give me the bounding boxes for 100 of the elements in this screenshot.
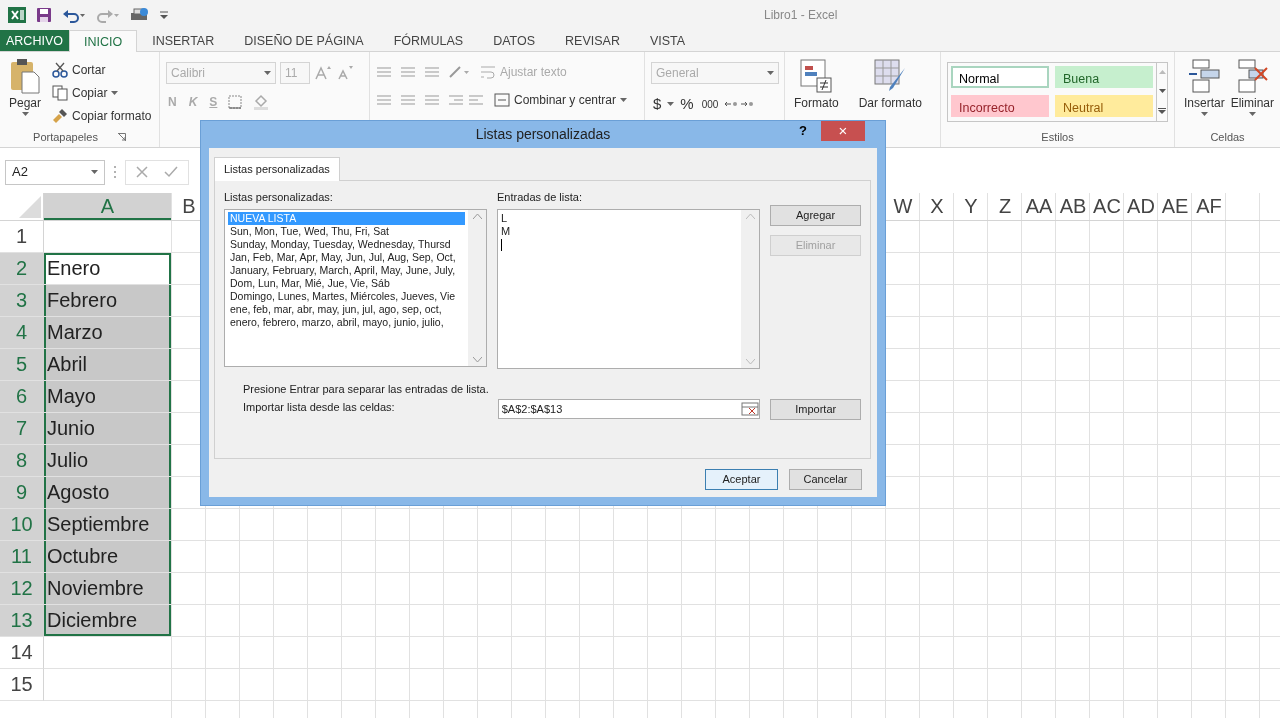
table-cell[interactable]: Abril	[44, 349, 171, 380]
row-header[interactable]: 12	[0, 573, 44, 605]
table-cell[interactable]: Mayo	[44, 381, 171, 412]
ribbon-tab[interactable]: REVISAR	[550, 30, 635, 51]
table-cell[interactable]: Enero	[44, 253, 171, 284]
column-header[interactable]: X	[920, 193, 954, 220]
column-header[interactable]: AA	[1022, 193, 1056, 220]
more-icon[interactable]	[1158, 107, 1166, 114]
row-header[interactable]: 6	[0, 381, 44, 413]
clipboard-icon	[10, 58, 40, 94]
delete-cells-button[interactable]: Eliminar	[1227, 56, 1278, 127]
printer-icon[interactable]	[130, 7, 150, 23]
table-cell[interactable]: Diciembre	[44, 605, 171, 636]
ribbon-tab[interactable]: INSERTAR	[137, 30, 230, 51]
row-header[interactable]: 9	[0, 477, 44, 509]
hint-text: Presione Entrar para separar las entradas de lista.	[243, 382, 490, 397]
list-item[interactable]: enero, febrero, marzo, abril, mayo, junio, julio,	[228, 316, 465, 329]
list-item[interactable]: ene, feb, mar, abr, may, jun, jul, ago, sep, oct,	[228, 303, 465, 316]
save-icon[interactable]	[36, 7, 52, 23]
scroll-up-icon[interactable]	[472, 214, 482, 219]
redo-icon[interactable]	[96, 7, 120, 23]
help-button[interactable]: ?	[793, 121, 813, 141]
row-header[interactable]: 2	[0, 253, 44, 285]
row-header[interactable]: 5	[0, 349, 44, 381]
ribbon-tab[interactable]: INICIO	[68, 30, 138, 52]
column-header[interactable]: A	[44, 193, 172, 220]
row-header[interactable]: 15	[0, 669, 44, 701]
custom-lists-listbox[interactable]	[224, 209, 487, 367]
undo-icon[interactable]	[62, 7, 86, 23]
row-header[interactable]: 4	[0, 317, 44, 349]
table-cell[interactable]: Marzo	[44, 317, 171, 348]
ribbon-tab[interactable]: ARCHIVO	[0, 30, 69, 51]
group-label: Portapapeles	[33, 129, 98, 145]
column-header[interactable]: W	[886, 193, 920, 220]
scroll-up-icon[interactable]	[745, 214, 755, 219]
ribbon-tab[interactable]: FÓRMULAS	[378, 30, 479, 51]
cell-style-item[interactable]: Incorrecto	[951, 95, 1049, 117]
name-box[interactable]: A2	[5, 159, 105, 185]
merge-center-button[interactable]: Combinar y centrar	[492, 90, 630, 110]
align-right-icon	[424, 93, 440, 107]
column-header[interactable]: AC	[1090, 193, 1124, 220]
table-cell[interactable]: Septiembre	[44, 509, 171, 540]
ok-button[interactable]: Aceptar	[705, 468, 778, 490]
check-icon[interactable]	[164, 166, 178, 178]
cell-style-item[interactable]: Buena	[1055, 66, 1153, 88]
list-item[interactable]: Sun, Mon, Tue, Wed, Thu, Fri, Sat	[228, 225, 465, 238]
list-item[interactable]: Domingo, Lunes, Martes, Miércoles, Jueves, Vie	[228, 290, 465, 303]
scroll-up-icon[interactable]	[1158, 70, 1166, 75]
shrink-font-icon	[336, 65, 354, 81]
import-range-field[interactable]: $A$2:$A$13	[497, 399, 761, 419]
cell-style-item[interactable]: Neutral	[1055, 95, 1153, 117]
table-cell[interactable]: Agosto	[44, 477, 171, 508]
table-cell[interactable]: Julio	[44, 445, 171, 476]
dialog-launcher-icon[interactable]	[117, 133, 126, 141]
close-button[interactable]: ×	[821, 121, 865, 141]
column-header[interactable]: Z	[988, 193, 1022, 220]
list-item[interactable]: Sunday, Monday, Tuesday, Wednesday, Thursd	[228, 238, 465, 251]
row-header[interactable]: 3	[0, 285, 44, 317]
insert-cells-button[interactable]: Insertar	[1181, 56, 1228, 127]
ribbon-tab[interactable]: DISEÑO DE PÁGINA	[229, 30, 379, 51]
column-header[interactable]: AF	[1192, 193, 1226, 220]
caret-icon	[1200, 112, 1208, 116]
add-button[interactable]: Agregar	[770, 204, 861, 226]
dialog-tab[interactable]: Listas personalizadas	[214, 157, 340, 181]
row-header[interactable]: 13	[0, 605, 44, 637]
row-header[interactable]: 1	[0, 221, 44, 253]
ribbon-tab[interactable]: VISTA	[634, 30, 701, 51]
copy-button[interactable]: Copiar	[50, 83, 154, 103]
cancel-icon[interactable]	[136, 166, 148, 178]
paste-button[interactable]: Pegar	[6, 56, 45, 127]
field-label: Importar lista desde las celdas:	[243, 399, 396, 415]
table-cell[interactable]: Febrero	[44, 285, 171, 316]
customize-caret-icon[interactable]	[160, 11, 168, 19]
column-header[interactable]: AD	[1124, 193, 1158, 220]
column-header[interactable]: Y	[954, 193, 988, 220]
row-header[interactable]: 11	[0, 541, 44, 573]
cut-button[interactable]: Cortar	[50, 60, 154, 80]
row-header[interactable]: 7	[0, 413, 44, 445]
collapse-dialog-icon[interactable]	[741, 402, 760, 416]
table-cell[interactable]: Junio	[44, 413, 171, 444]
cell-style-item[interactable]: Normal	[951, 66, 1049, 88]
cancel-button[interactable]: Cancelar	[789, 468, 862, 490]
row-header[interactable]: 14	[0, 637, 44, 669]
scroll-down-icon[interactable]	[1158, 89, 1166, 93]
select-all-button[interactable]	[0, 193, 44, 220]
column-header[interactable]: AE	[1158, 193, 1192, 220]
import-button[interactable]: Importar	[770, 398, 861, 420]
row-header[interactable]: 8	[0, 445, 44, 477]
table-cell[interactable]: Noviembre	[44, 573, 171, 604]
format-painter-button[interactable]: Copiar formato	[50, 106, 154, 126]
list-item[interactable]: January, February, March, April, May, June, July,	[228, 264, 465, 277]
list-item[interactable]: Dom, Lun, Mar, Mié, Jue, Vie, Sáb	[228, 277, 465, 290]
orientation-icon[interactable]	[448, 65, 470, 79]
list-entries-field[interactable]: L M	[497, 209, 760, 369]
list-item[interactable]: Jan, Feb, Mar, Apr, May, Jun, Jul, Aug, Sep, Oct,	[228, 251, 465, 264]
row-header[interactable]: 10	[0, 509, 44, 541]
ribbon-tab[interactable]: DATOS	[478, 30, 551, 51]
column-header[interactable]: AB	[1056, 193, 1090, 220]
indent-icon[interactable]	[448, 93, 484, 107]
table-cell[interactable]: Octubre	[44, 541, 171, 572]
